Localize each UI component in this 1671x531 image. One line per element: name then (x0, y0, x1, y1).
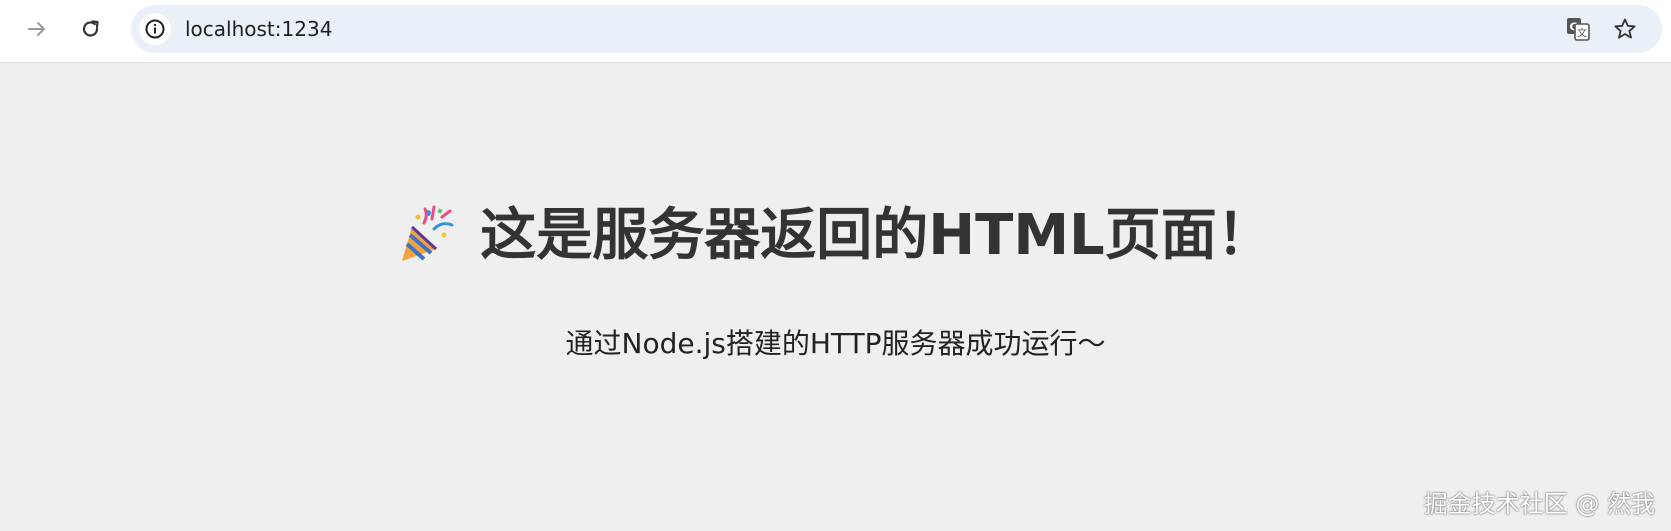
translate-icon: G 文 (1567, 18, 1590, 41)
reload-icon (82, 20, 99, 37)
forward-button[interactable] (20, 12, 54, 46)
page-heading: 这是服务器返回的HTML页面！ (0, 203, 1671, 269)
svg-text:文: 文 (1577, 27, 1587, 40)
site-info-button[interactable] (139, 13, 171, 45)
heading-text: 这是服务器返回的HTML页面！ (480, 203, 1273, 268)
page-content: 这是服务器返回的HTML页面！ 通过Node.js搭建的HTTP服务器成功运行～… (0, 63, 1671, 531)
browser-toolbar: localhost:1234 G 文 (0, 0, 1671, 63)
bookmark-button[interactable] (1610, 14, 1640, 44)
party-popper-icon (402, 205, 454, 261)
page-subtitle: 通过Node.js搭建的HTTP服务器成功运行～ (565, 327, 1106, 360)
star-icon (1614, 18, 1636, 39)
watermark: 掘金技术社区 @ 然我 (1423, 490, 1655, 518)
translate-button[interactable]: G 文 (1563, 14, 1593, 44)
arrow-right-icon (28, 22, 45, 36)
address-bar[interactable]: localhost:1234 G 文 (131, 5, 1662, 53)
reload-button[interactable] (74, 12, 108, 46)
info-icon (145, 19, 165, 39)
url-text[interactable]: localhost:1234 (185, 5, 332, 53)
